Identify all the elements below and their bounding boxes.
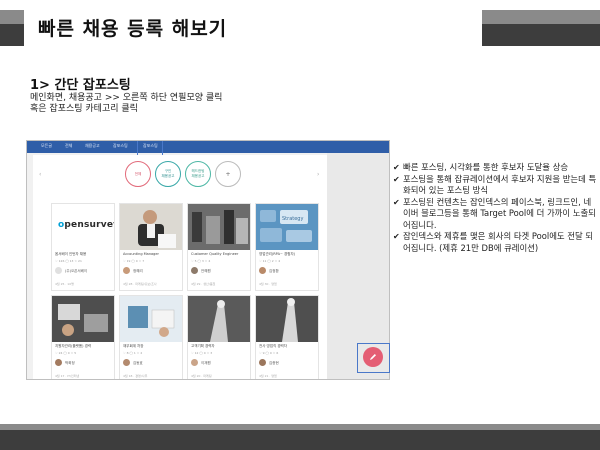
card-meta: ♡ 11 ◯ 2 ☆ 4 (259, 259, 281, 263)
avatar (191, 359, 198, 366)
feature-item: ✔ 포스팅된 컨텐츠는 잡인덱스의 페이스북, 링크드인, 네이버 블로그등을 통… (393, 196, 596, 230)
card-footer: 4월 18 · 경영/사무 (123, 374, 148, 378)
feature-item: ✔ 포스팅을 통해 잡큐레이션에서 후보자 지원을 받는데 특화되어 있는 포스팅… (393, 173, 597, 196)
card-title: Customer Quality Engineer (191, 252, 239, 256)
card-title: 영업관리(RPA~ 경험자) (259, 252, 296, 256)
hand-touch-photo (256, 296, 318, 342)
opensurvey-logo: opensurvey (58, 220, 114, 230)
nav-item[interactable]: 모든글 (41, 143, 52, 149)
nav-item[interactable]: 잡포스팅 (113, 143, 128, 149)
card-footer: 4월 25 · 10명 (55, 282, 74, 286)
feature-item: ✔ 빠른 포스팅, 시각화를 통한 후보자 도달율 상승 (393, 162, 569, 172)
header-band-right (482, 10, 600, 24)
section-description: 메인화면, 채용공고 >> 오른쪽 하단 연필모양 클릭 혹은 잡포스팅 카테고… (30, 93, 222, 115)
footer-band (0, 424, 600, 430)
card-footer: 4월 30 · 영업 (259, 282, 277, 286)
desc-line-2: 혹은 잡포스팅 카테고리 클릭 (30, 104, 138, 114)
touchscreen-photo (188, 296, 250, 342)
content-area: ‹ › 전체 구인 채용공고 헤드헌팅 채용공고 + opensurvey 옵서… (33, 155, 327, 379)
category-headhunt-button[interactable]: 헤드헌팅 채용공고 (185, 161, 211, 187)
card-author: (주)오픈서베이 (65, 269, 88, 273)
card-title: Accounting Manager (123, 252, 159, 256)
card-image (188, 204, 250, 250)
meeting-photo (120, 296, 182, 342)
card-meta: ♡ 19 ◯ 0 ☆ 7 (123, 259, 145, 263)
svg-text:Strategy: Strategy (282, 216, 303, 222)
job-card[interactable]: opensurvey 옵서베이 인턴자 채용 ♡ 126 ◯ 13 ☆ 21 (… (51, 203, 115, 291)
check-icon: ✔ (393, 174, 400, 184)
factory-photo (188, 204, 250, 250)
site-navbar: 모든글 전체 채용공고 잡포스팅 잡포스팅 (27, 141, 389, 153)
card-footer: 4월 21 · 영업 (259, 374, 277, 378)
feature-item: ✔ 잡인덱스와 제휴를 맺은 회사의 타겟 Pool에도 전달 되어집니다. (제… (393, 231, 594, 253)
card-footer: 4월 20 · 마케팅 (191, 374, 212, 378)
card-author: 정혜리 (133, 269, 143, 273)
category-job-button[interactable]: 구인 채용공고 (155, 161, 181, 187)
job-card[interactable]: 지원자관리(플랫폼) 경력 ♡ 24 ◯ 0 ☆ 5 박희정 4월 17 · I… (51, 295, 115, 379)
check-icon: ✔ (393, 232, 400, 241)
card-image (120, 296, 182, 342)
job-card[interactable]: Accounting Manager ♡ 19 ◯ 0 ☆ 7 정혜리 4월 2… (119, 203, 183, 291)
avatar (55, 359, 62, 366)
card-image (188, 296, 250, 342)
card-meta: ♡ 24 ◯ 0 ☆ 5 (55, 351, 77, 355)
card-image (256, 296, 318, 342)
card-image (120, 204, 182, 250)
keyboard-photo: Strategy (256, 204, 318, 250)
prev-arrow-icon[interactable]: ‹ (39, 171, 41, 178)
card-meta: ♡ 126 ◯ 13 ☆ 21 (55, 259, 82, 263)
card-footer: 4월 29 · 생산/품질 (191, 282, 216, 286)
card-title: 지원자관리(플랫폼) 경력 (55, 344, 92, 348)
category-add-button[interactable]: + (215, 161, 241, 187)
card-footer: 4월 28 · 마케팅/홍보/조사 (123, 282, 157, 286)
card-footer: 4월 17 · IT/인터넷 (55, 374, 80, 378)
slide-title: 빠른 채용 등록 해보기 (38, 18, 228, 40)
card-author: 안혜원 (201, 269, 211, 273)
card-meta: ♡ 9 ◯ 0 ☆ 6 (259, 351, 279, 355)
card-author: 김종현 (269, 361, 279, 365)
card-meta: ♡ 12 ◯ 0 ☆ 3 (191, 351, 213, 355)
card-title: 전사 영업직 경력자 (259, 344, 287, 348)
nav-item[interactable]: 채용공고 (85, 143, 100, 149)
job-card[interactable]: 재무회계 차장 ♡ 8 ◯ 1 ☆ 2 김동효 4월 18 · 경영/사무 (119, 295, 183, 379)
card-image (52, 296, 114, 342)
write-post-button[interactable] (363, 347, 383, 367)
job-card[interactable]: Customer Quality Engineer ♡ 5 ◯ 3 ☆ 4 안혜… (187, 203, 251, 291)
next-arrow-icon[interactable]: › (317, 171, 319, 178)
card-meta: ♡ 5 ◯ 3 ☆ 4 (191, 259, 211, 263)
nav-item[interactable]: 전체 (65, 143, 72, 149)
feature-list: ✔ 빠른 포스팅, 시각화를 통한 후보자 도달율 상승 ✔ 포스팅을 통해 잡큐레… (393, 162, 598, 254)
avatar (55, 267, 62, 274)
section-title: 1> 간단 잡포스팅 (30, 78, 131, 93)
slide: 빠른 채용 등록 해보기 1> 간단 잡포스팅 메인화면, 채용공고 >> 오른… (0, 0, 600, 450)
businessman-photo (120, 204, 182, 250)
avatar (123, 267, 130, 274)
check-icon: ✔ (393, 163, 400, 172)
embedded-screenshot: 모든글 전체 채용공고 잡포스팅 잡포스팅 ‹ › 전체 구인 채용공고 헤드헌… (26, 140, 390, 380)
job-card[interactable]: 전사 영업직 경력자 ♡ 9 ◯ 0 ☆ 6 김종현 4월 21 · 영업 (255, 295, 319, 379)
desk-work-photo (52, 296, 114, 342)
avatar (259, 359, 266, 366)
pencil-icon (370, 354, 376, 360)
card-author: 박희정 (65, 361, 75, 365)
card-title: 옵서베이 인턴자 채용 (55, 252, 87, 256)
card-title: 재무회계 차장 (123, 344, 144, 348)
card-author: 이재원 (201, 361, 211, 365)
desc-line-1: 메인화면, 채용공고 >> 오른쪽 하단 연필모양 클릭 (30, 93, 223, 103)
avatar (191, 267, 198, 274)
card-author: 김정환 (269, 269, 279, 273)
avatar (123, 359, 130, 366)
card-author: 김동효 (133, 361, 143, 365)
check-icon: ✔ (393, 197, 400, 207)
job-card[interactable]: Strategy 영업관리(RPA~ 경험자) ♡ 11 ◯ 2 ☆ 4 김정환… (255, 203, 319, 291)
card-image: opensurvey (52, 204, 114, 250)
category-all-button[interactable]: 전체 (125, 161, 151, 187)
job-card[interactable]: 고객기획 경력자 ♡ 12 ◯ 0 ☆ 3 이재원 4월 20 · 마케팅 (187, 295, 251, 379)
header-band-left (0, 10, 24, 24)
avatar (259, 267, 266, 274)
card-title: 고객기획 경력자 (191, 344, 215, 348)
card-meta: ♡ 8 ◯ 1 ☆ 2 (123, 351, 143, 355)
card-image: Strategy (256, 204, 318, 250)
